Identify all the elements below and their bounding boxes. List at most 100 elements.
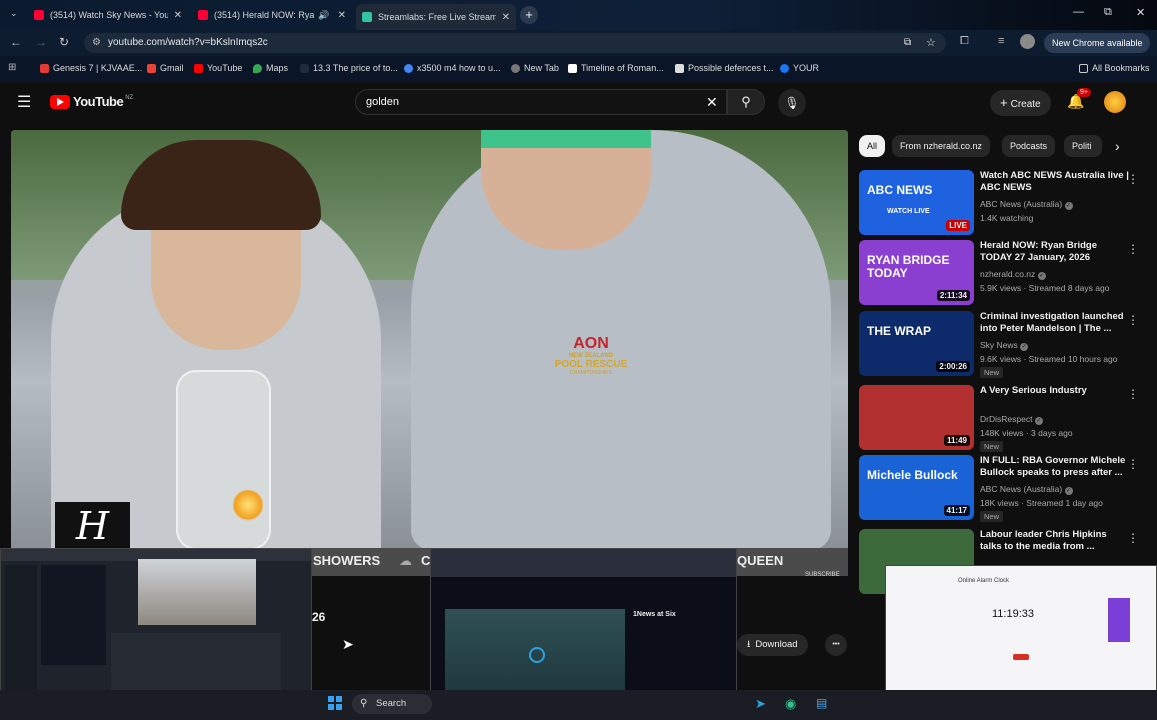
recommendation-title[interactable]: Criminal investigation launched into Pet… [980,311,1130,335]
app-icon[interactable]: ◉ [785,696,796,712]
tab-close-icon[interactable]: ✕ [174,10,182,21]
bookmark-label: YouTube [207,63,243,73]
recommendation-title[interactable]: IN FULL: RBA Governor Michele Bullock sp… [980,455,1130,479]
restore-button[interactable]: ⧉ [1104,6,1112,19]
youtube-header: ☰ YouTube NZ golden ✕ ⚲ 🎙 + Create 🔔 9+ [0,82,1157,124]
bookmark-label: YOUR [793,63,820,73]
taskbar-preview-streamlabs[interactable] [0,548,312,713]
site-info-icon[interactable]: ⚙ [92,33,101,53]
youtube-logo[interactable]: YouTube NZ [50,94,133,109]
preview-video [138,559,256,625]
back-arrow-icon[interactable]: ← [10,35,22,49]
recommendation-channel[interactable]: Sky News ✓ [980,340,1029,351]
recommendation-channel[interactable]: ABC News (Australia) ✓ [980,199,1073,210]
video-candle-flame [233,488,263,522]
bookmark-label: Gmail [160,63,184,73]
preview-sidebar [5,565,37,705]
notes-icon[interactable]: ▤ [816,696,827,710]
forward-arrow-icon[interactable]: → [35,35,47,49]
create-button[interactable]: + Create [990,90,1051,116]
account-avatar[interactable] [1104,91,1126,113]
bookmark-price[interactable]: 13.3 The price of to... [300,63,398,73]
download-button[interactable]: ⭳ Download [737,634,808,656]
recommendation-title[interactable]: Labour leader Chris Hipkins talks to the… [980,529,1130,553]
recommendation-title[interactable]: A Very Serious Industry [980,385,1130,397]
hoodie-brand: AON [573,335,609,352]
more-options-icon[interactable]: ⋮ [1127,313,1139,327]
recommendation-item[interactable]: RYAN BRIDGE TODAY 2:11:34 Herald NOW: Ryan… [859,240,1149,308]
minimize-button[interactable]: — [1073,6,1084,18]
bookmark-maps[interactable]: Maps [253,63,288,73]
close-window-button[interactable]: ✕ [1136,6,1145,19]
new-tab-button[interactable]: + [520,6,538,24]
recommendation-item[interactable]: Michele Bullock 41:17 IN FULL: RBA Governo… [859,455,1149,523]
tab-search-icon[interactable]: ⌄ [10,8,18,19]
tab-close-icon[interactable]: ✕ [338,10,346,21]
youtube-favicon-icon [34,10,44,20]
globe-icon [511,63,520,73]
tab-herald-now[interactable]: (3514) Herald NOW: Ryan B 🔊 ✕ [192,4,352,26]
new-chrome-available-button[interactable]: New Chrome available [1044,33,1150,53]
reading-list-icon[interactable]: ≡ [998,35,1004,47]
speaker-icon[interactable]: 🔊 [318,10,329,21]
bookmark-star-icon[interactable]: ☆ [926,33,936,53]
chip-podcasts[interactable]: Podcasts [1002,135,1056,157]
recommendation-title[interactable]: Watch ABC NEWS Australia live | ABC NEWS [980,170,1130,194]
video-thumbnail[interactable]: RYAN BRIDGE TODAY 2:11:34 [859,240,974,305]
more-options-icon[interactable]: ⋮ [1127,242,1139,256]
tab-sky-news[interactable]: (3514) Watch Sky News - YouTu ✕ [28,4,188,26]
windows-start-icon[interactable] [328,696,342,710]
chip-all[interactable]: All [859,135,886,157]
chip-from-nzherald[interactable]: From nzherald.co.nz [892,135,991,157]
more-options-icon[interactable]: ⋮ [1127,531,1139,545]
bookmark-timeline[interactable]: Timeline of Roman... [568,63,664,73]
video-thumbnail[interactable]: 11:49 [859,385,974,450]
bookmark-genesis[interactable]: Genesis 7 | KJVAAE... [40,63,142,73]
bookmark-new-tab[interactable]: New Tab [511,63,559,73]
video-thumbnail[interactable]: ABC NEWS WATCH LIVE LIVE [859,170,974,235]
bookmark-youtube[interactable]: YouTube [194,63,242,73]
clear-search-icon[interactable]: ✕ [706,90,718,114]
install-app-icon[interactable]: ⧉ [904,33,911,53]
more-options-icon[interactable]: ⋮ [1127,457,1139,471]
tab-streamlabs[interactable]: Streamlabs: Free Live Streamin ✕ [356,4,516,30]
recommendation-channel[interactable]: DrDisRespect ✓ [980,414,1043,425]
more-options-icon[interactable]: ⋮ [1127,387,1139,401]
bookmark-facebook[interactable]: YOUR [780,63,819,73]
taskbar-search[interactable]: ⚲ Search [352,694,432,714]
recommendation-channel[interactable]: ABC News (Australia) ✓ [980,484,1073,495]
region-code: NZ [125,94,134,101]
tab-close-icon[interactable]: ✕ [502,12,510,23]
search-input[interactable]: golden ✕ [355,89,727,115]
extensions-icon[interactable]: ⧠ [960,35,969,48]
address-bar[interactable]: ⚙ youtube.com/watch?v=bKslnImqs2c ⧉ ☆ [84,33,946,53]
profile-avatar[interactable] [1020,34,1035,49]
video-player[interactable]: AON NEW ZEALAND POOL RESCUE CHAMPIONSHIP… [11,130,848,550]
bookmark-gmail[interactable]: Gmail [147,63,184,73]
microphone-icon: 🎙 [784,96,800,110]
chip-politics[interactable]: Politi [1064,135,1102,157]
video-cap [481,130,651,148]
video-thumbnail[interactable]: Michele Bullock 41:17 [859,455,974,520]
recommendation-item[interactable]: THE WRAP 2:00:26 Criminal investigation la… [859,311,1149,379]
apps-grid-icon[interactable]: ⊞ [8,62,16,73]
voice-search-button[interactable]: 🎙 [778,89,806,117]
more-options-icon[interactable]: ⋮ [1127,172,1139,186]
search-query-text: golden [366,96,400,108]
weather-icon: ☁ [399,553,412,568]
telegram-icon[interactable]: ➤ [755,696,766,712]
more-actions-button[interactable]: ••• [825,634,847,656]
search-button[interactable]: ⚲ [727,89,765,115]
hamburger-menu-icon[interactable]: ☰ [17,92,31,112]
recommendation-channel[interactable]: nzherald.co.nz ✓ [980,269,1046,280]
video-thumbnail[interactable]: THE WRAP 2:00:26 [859,311,974,376]
recommendation-item[interactable]: ABC NEWS WATCH LIVE LIVE Watch ABC NEWS Aus… [859,170,1149,238]
chips-next-arrow-icon[interactable]: › [1115,138,1120,154]
taskbar-preview-1news[interactable]: 1News at Six [430,548,737,713]
recommendation-title[interactable]: Herald NOW: Ryan Bridge TODAY 27 January… [980,240,1130,264]
bookmark-x3500[interactable]: x3500 m4 how to u... [404,63,501,73]
recommendation-item[interactable]: 11:49 A Very Serious Industry DrDisRespect… [859,385,1149,453]
all-bookmarks-folder[interactable]: All Bookmarks [1079,63,1150,73]
reload-icon[interactable]: ↻ [59,35,69,49]
bookmark-defences[interactable]: Possible defences t... [675,63,774,73]
